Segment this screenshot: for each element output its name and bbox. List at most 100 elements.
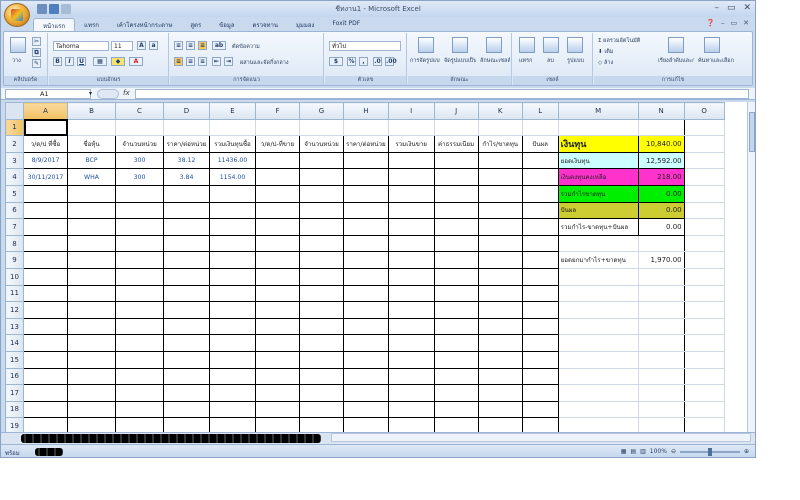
- cell-g9[interactable]: [299, 251, 344, 269]
- restore-workbook-icon[interactable]: ▭: [731, 19, 738, 27]
- cell-f9[interactable]: [255, 251, 300, 269]
- cell-i9[interactable]: [387, 251, 435, 269]
- cell-o12[interactable]: [683, 301, 725, 319]
- merge-center-button[interactable]: ผสานและจัดกึ่งกลาง: [240, 59, 289, 67]
- cell-e16[interactable]: [209, 367, 256, 386]
- cell-m2[interactable]: เงินทุน: [557, 135, 639, 153]
- cell-d13[interactable]: [163, 317, 210, 336]
- cell-a17[interactable]: [23, 384, 68, 402]
- help-icon[interactable]: ❓: [706, 19, 715, 27]
- underline-button[interactable]: U: [77, 57, 86, 66]
- cell-l8[interactable]: [521, 234, 559, 253]
- cell-b1[interactable]: [67, 118, 116, 137]
- row-header-16[interactable]: 16: [5, 367, 24, 386]
- cell-e7[interactable]: [209, 218, 256, 236]
- cell-c9[interactable]: [115, 251, 164, 269]
- normal-view-icon[interactable]: ▦: [621, 448, 627, 455]
- cell-k2[interactable]: กำไร/ขาดทุน: [477, 135, 523, 153]
- cell-o3[interactable]: [683, 151, 725, 170]
- cell-n3[interactable]: 12,592.00: [637, 151, 685, 170]
- cell-l6[interactable]: [521, 201, 559, 220]
- zoom-level[interactable]: 100%: [650, 448, 667, 455]
- cell-g14[interactable]: [299, 334, 344, 352]
- cell-m11[interactable]: [557, 284, 639, 303]
- row-header-9[interactable]: 9: [5, 251, 24, 269]
- tab-5[interactable]: ตรวจทาน: [244, 18, 287, 31]
- cell-k11[interactable]: [477, 284, 523, 303]
- cell-a7[interactable]: [23, 218, 68, 236]
- cell-j2[interactable]: ค่าธรรมเนียม: [433, 135, 479, 153]
- cell-b4[interactable]: WHA: [67, 168, 116, 186]
- cell-o15[interactable]: [683, 350, 725, 369]
- cell-d6[interactable]: [163, 201, 210, 220]
- select-all-corner[interactable]: [5, 102, 24, 120]
- cell-k7[interactable]: [477, 218, 523, 236]
- cell-l5[interactable]: [521, 184, 559, 203]
- cell-b13[interactable]: [67, 317, 116, 336]
- cell-c12[interactable]: [115, 301, 164, 319]
- cell-a12[interactable]: [23, 301, 68, 319]
- cell-j12[interactable]: [433, 301, 479, 319]
- cell-e12[interactable]: [209, 301, 256, 319]
- cell-l19[interactable]: [521, 417, 559, 432]
- paste-label[interactable]: วาง: [12, 57, 21, 65]
- column-header-g[interactable]: G: [299, 102, 344, 120]
- insert-button[interactable]: แทรก: [519, 57, 532, 65]
- cell-m18[interactable]: [557, 400, 639, 419]
- cell-b15[interactable]: [67, 350, 116, 369]
- align-center-icon[interactable]: ≡: [186, 57, 195, 66]
- cell-d16[interactable]: [163, 367, 210, 386]
- cell-m4[interactable]: เงินคงทุนคงเหลือ: [557, 168, 639, 186]
- cell-h15[interactable]: [343, 350, 389, 369]
- cell-o6[interactable]: [683, 201, 725, 220]
- cell-d18[interactable]: [163, 400, 210, 419]
- formula-input[interactable]: [135, 89, 749, 99]
- cell-b2[interactable]: ชื่อหุ้น: [67, 135, 116, 153]
- bold-button[interactable]: B: [53, 57, 62, 66]
- cell-n4[interactable]: 218.00: [637, 168, 685, 186]
- currency-icon[interactable]: $: [329, 57, 343, 66]
- cell-c5[interactable]: [115, 184, 164, 203]
- cell-i16[interactable]: [387, 367, 435, 386]
- column-header-i[interactable]: I: [387, 102, 435, 120]
- cell-e6[interactable]: [209, 201, 256, 220]
- cell-f6[interactable]: [255, 201, 300, 220]
- find-select-button[interactable]: ค้นหาและเลือก: [698, 57, 734, 65]
- cell-d5[interactable]: [163, 184, 210, 203]
- column-header-f[interactable]: F: [255, 102, 300, 120]
- cell-c18[interactable]: [115, 400, 164, 419]
- cell-o10[interactable]: [683, 267, 725, 286]
- cell-c7[interactable]: [115, 218, 164, 236]
- row-header-12[interactable]: 12: [5, 301, 24, 319]
- cell-l10[interactable]: [521, 267, 559, 286]
- zoom-slider[interactable]: [679, 447, 740, 456]
- cell-e2[interactable]: รวมเงินทุนซื้อ: [209, 135, 256, 153]
- cell-j10[interactable]: [433, 267, 479, 286]
- decrease-indent-icon[interactable]: ⇤: [212, 57, 221, 66]
- cell-e13[interactable]: [209, 317, 256, 336]
- cell-a15[interactable]: [23, 350, 68, 369]
- cell-j6[interactable]: [433, 201, 479, 220]
- cell-o2[interactable]: [683, 135, 725, 153]
- cell-f13[interactable]: [255, 317, 300, 336]
- cell-b11[interactable]: [67, 284, 116, 303]
- cell-a18[interactable]: [23, 400, 68, 419]
- cell-k9[interactable]: [477, 251, 523, 269]
- cell-o5[interactable]: [683, 184, 725, 203]
- cell-n10[interactable]: [637, 267, 685, 286]
- cell-i15[interactable]: [387, 350, 435, 369]
- cell-g6[interactable]: [299, 201, 344, 220]
- cell-i6[interactable]: [387, 201, 435, 220]
- autosum-button[interactable]: Σ ผลรวมอัตโนมัติ: [598, 37, 640, 45]
- cell-l16[interactable]: [521, 367, 559, 386]
- minimize-icon[interactable]: –: [714, 3, 719, 13]
- row-header-4[interactable]: 4: [5, 168, 24, 186]
- comma-icon[interactable]: ,: [359, 57, 368, 66]
- cell-n11[interactable]: [637, 284, 685, 303]
- cell-g4[interactable]: [299, 168, 344, 186]
- cell-h17[interactable]: [343, 384, 389, 402]
- grow-font-icon[interactable]: A: [137, 41, 146, 50]
- cell-l7[interactable]: [521, 218, 559, 236]
- cell-j19[interactable]: [433, 417, 479, 432]
- cell-m14[interactable]: [557, 334, 639, 352]
